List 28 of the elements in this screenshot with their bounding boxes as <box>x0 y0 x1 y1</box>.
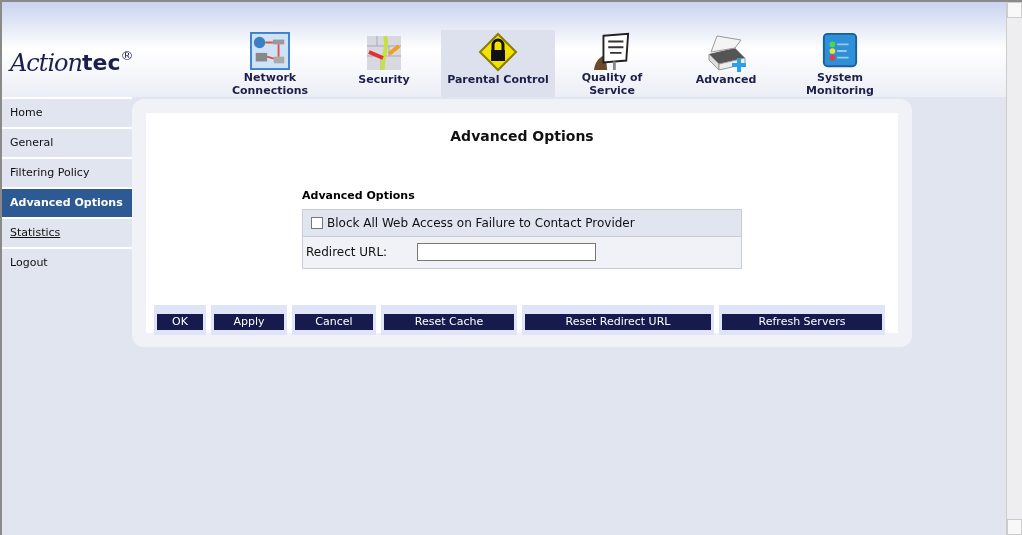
field-label: Redirect URL: <box>306 244 389 261</box>
section-title: Advanced Options <box>302 188 416 204</box>
nav-tab[interactable]: Advanced <box>669 30 783 97</box>
sidebar-item[interactable]: Home <box>2 99 132 127</box>
sidebar-item[interactable]: General <box>2 129 132 157</box>
action-button[interactable]: Refresh Servers <box>722 313 882 330</box>
nav-tab[interactable]: Parental Control <box>441 30 555 97</box>
sidebar-item[interactable]: Logout <box>2 249 132 277</box>
action-button[interactable]: Reset Redirect URL <box>525 313 711 330</box>
sidebar-item[interactable]: Statistics <box>2 219 132 247</box>
action-button[interactable]: Cancel <box>295 313 373 330</box>
checkbox-label: Block All Web Access on Failure to Contact Provider <box>327 214 635 232</box>
redirect-url-field[interactable] <box>417 243 596 261</box>
action-button[interactable]: Reset Cache <box>384 313 514 330</box>
lock-icon <box>477 32 519 72</box>
page-title: Advanced Options <box>450 127 594 146</box>
nav-tab[interactable]: Quality of Service <box>555 30 669 97</box>
nav-tab[interactable]: System Monitoring <box>783 30 897 97</box>
nav-tab[interactable]: Network Connections <box>213 30 327 97</box>
logo: Actiontec® <box>10 47 134 79</box>
action-button[interactable]: Apply <box>214 313 284 330</box>
checkbox[interactable] <box>311 216 323 229</box>
nav-tab[interactable]: Security <box>327 30 441 97</box>
scanner-icon <box>705 32 747 72</box>
sidebar-item[interactable]: Advanced Options <box>2 189 132 217</box>
sidebar-item[interactable]: Filtering Policy <box>2 159 132 187</box>
action-button[interactable]: OK <box>157 313 203 330</box>
network-icon <box>249 32 291 70</box>
